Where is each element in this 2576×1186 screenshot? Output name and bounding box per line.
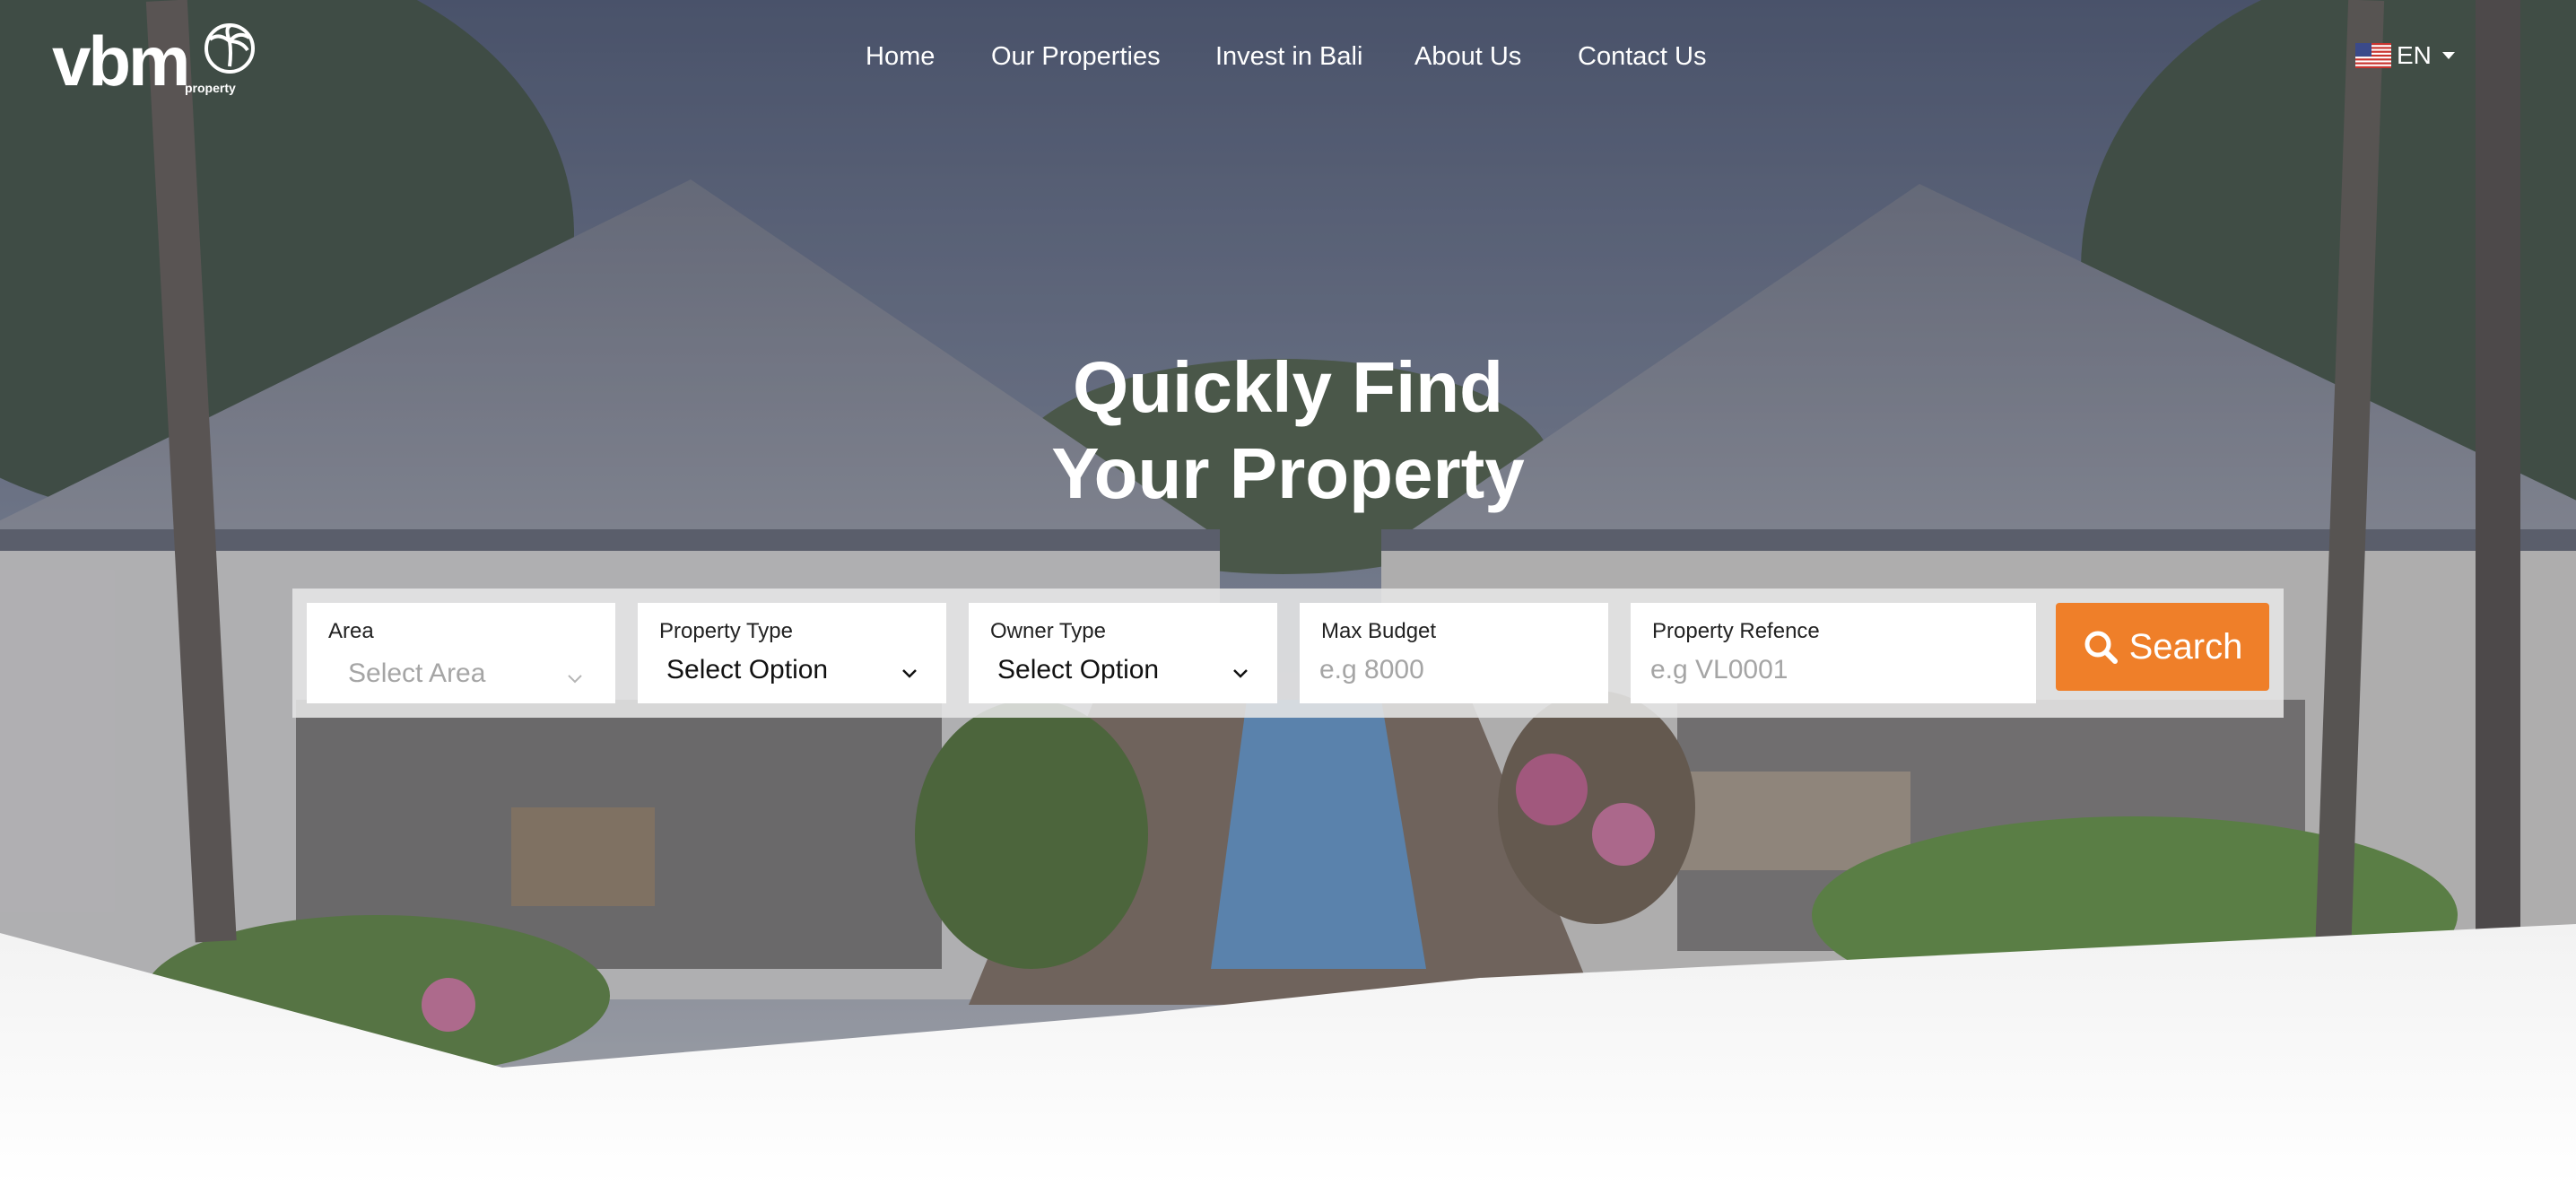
max-budget-input[interactable] xyxy=(1319,651,1588,689)
search-icon xyxy=(2084,631,2118,664)
search-button[interactable]: Search xyxy=(2056,603,2269,691)
property-reference-input[interactable] xyxy=(1650,651,2009,689)
area-select[interactable]: Area Select Area xyxy=(307,603,615,703)
owner-type-label: Owner Type xyxy=(990,619,1106,643)
logo-subtext: property xyxy=(185,81,236,95)
nav-item-about-us[interactable]: About Us xyxy=(1414,34,1521,79)
us-flag-icon xyxy=(2355,43,2391,68)
max-budget-field: Max Budget xyxy=(1300,603,1608,703)
owner-type-select[interactable]: Owner Type Select Option xyxy=(969,603,1277,703)
language-code: EN xyxy=(2397,41,2432,69)
nav-item-invest-in-bali[interactable]: Invest in Bali xyxy=(1215,34,1362,79)
caret-down-icon xyxy=(2441,52,2455,59)
hero-title-line-2: Your Property xyxy=(1051,433,1525,513)
chevron-down-icon xyxy=(902,669,917,678)
search-button-label: Search xyxy=(2128,626,2243,667)
hero-bottom-curve xyxy=(0,924,2576,1186)
nav-item-contact-us[interactable]: Contact Us xyxy=(1578,34,1706,79)
property-search-bar: Area Select Area Property Type Select Op… xyxy=(292,589,2284,718)
max-budget-label: Max Budget xyxy=(1321,619,1437,643)
chevron-down-icon xyxy=(1233,669,1248,678)
owner-type-value: Select Option xyxy=(997,655,1160,685)
property-type-value: Select Option xyxy=(666,655,829,685)
nav-item-home[interactable]: Home xyxy=(866,34,935,79)
language-selector[interactable]: EN xyxy=(2355,38,2455,74)
property-type-select[interactable]: Property Type Select Option xyxy=(638,603,946,703)
main-nav: Home Our Properties Invest in Bali About… xyxy=(0,34,2576,79)
hero-title-line-1: Quickly Find xyxy=(1072,347,1504,427)
property-reference-label: Property Refence xyxy=(1652,619,1820,643)
nav-item-our-properties[interactable]: Our Properties xyxy=(991,34,1161,79)
area-label: Area xyxy=(328,619,374,643)
hero-title: Quickly Find Your Property xyxy=(0,344,2576,517)
area-placeholder: Select Area xyxy=(348,658,486,688)
chevron-down-icon xyxy=(568,675,582,684)
property-type-label: Property Type xyxy=(659,619,793,643)
property-reference-field: Property Refence xyxy=(1631,603,2036,703)
